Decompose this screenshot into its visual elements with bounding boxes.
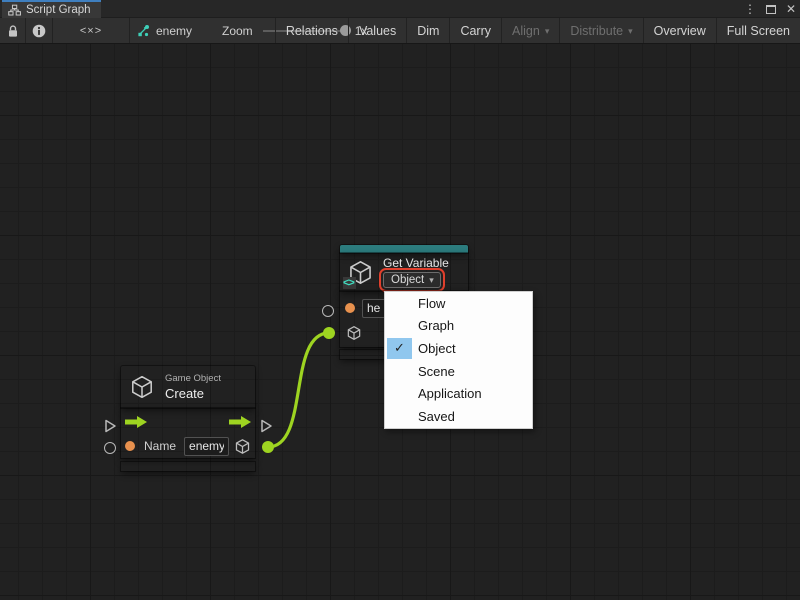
maximize-icon[interactable] xyxy=(766,5,776,14)
check-icon: ✓ xyxy=(387,338,412,359)
values-button[interactable]: Values xyxy=(348,18,406,43)
script-graph-window: Script Graph ⋮ ✕ <×> xyxy=(0,0,800,600)
overview-button[interactable]: Overview xyxy=(643,18,716,43)
flow-output-arrow-icon[interactable] xyxy=(229,416,251,428)
graph-hierarchy-icon xyxy=(8,4,21,16)
full-screen-button[interactable]: Full Screen xyxy=(716,18,800,43)
graph-name: enemy xyxy=(156,24,192,38)
get-variable-node[interactable]: <> Get Variable Object ▾ xyxy=(340,253,468,291)
node-title: Get Variable xyxy=(383,256,449,270)
info-icon xyxy=(32,24,46,38)
graph-asset-icon xyxy=(136,24,150,38)
get-variable-node-accent xyxy=(340,245,468,253)
gameobject-output-cube-icon[interactable] xyxy=(234,438,251,455)
node-category: Game Object xyxy=(165,373,221,384)
variable-cube-icon: <> xyxy=(347,259,374,286)
lock-button[interactable] xyxy=(0,18,26,43)
menu-item-saved[interactable]: Saved xyxy=(385,405,532,428)
name-port-label: Name xyxy=(144,439,176,453)
graph-toolbar: <×> enemy Zoom 1x Relations Values Dim C… xyxy=(0,18,800,44)
menu-item-graph[interactable]: Graph xyxy=(385,315,532,338)
value-port-ring[interactable] xyxy=(104,442,116,454)
variable-brackets-icon: <> xyxy=(343,277,356,289)
menu-item-scene[interactable]: Scene xyxy=(385,360,532,383)
more-menu-icon[interactable]: ⋮ xyxy=(744,2,756,16)
node-title: Create xyxy=(165,386,221,401)
menu-item-application[interactable]: Application xyxy=(385,382,532,405)
info-button[interactable] xyxy=(26,18,53,43)
graph-breadcrumb[interactable]: enemy xyxy=(136,18,192,43)
variable-kind-dropdown[interactable]: Object ▾ xyxy=(383,272,441,288)
value-input-port[interactable] xyxy=(345,303,355,313)
name-field[interactable] xyxy=(184,437,229,456)
tab-script-graph[interactable]: Script Graph xyxy=(2,0,101,18)
flow-input-arrow-icon[interactable] xyxy=(125,416,147,428)
carry-button[interactable]: Carry xyxy=(449,18,501,43)
gameobject-cube-icon xyxy=(129,374,155,400)
toolbar-buttons: Relations Values Dim Carry Align▾ Distri… xyxy=(275,18,800,43)
menu-item-object[interactable]: ✓ Object xyxy=(385,337,532,360)
value-input-port[interactable] xyxy=(125,441,135,451)
close-icon[interactable]: ✕ xyxy=(786,2,796,16)
caret-down-icon: ▾ xyxy=(628,26,633,37)
lock-icon xyxy=(7,24,19,38)
menu-item-flow[interactable]: Flow xyxy=(385,292,532,315)
gameobject-port-cube-icon[interactable] xyxy=(346,325,362,341)
caret-down-icon: ▾ xyxy=(545,26,550,37)
flow-input-port[interactable] xyxy=(104,419,117,433)
code-view-button[interactable]: <×> xyxy=(53,18,130,43)
caret-down-icon: ▾ xyxy=(429,275,434,286)
create-node-footer xyxy=(121,462,255,471)
tab-title: Script Graph xyxy=(26,4,91,16)
dim-button[interactable]: Dim xyxy=(406,18,449,43)
code-icon: <×> xyxy=(80,25,102,37)
zoom-label: Zoom xyxy=(222,24,253,38)
tab-bar: Script Graph ⋮ ✕ xyxy=(0,0,800,18)
create-node-body[interactable]: Name xyxy=(121,408,255,458)
align-button: Align▾ xyxy=(501,18,559,43)
relations-button[interactable]: Relations xyxy=(275,18,348,43)
variable-kind-menu: Flow Graph ✓ Object Scene Application Sa… xyxy=(384,291,533,429)
create-node[interactable]: Game Object Create xyxy=(121,366,255,408)
distribute-button: Distribute▾ xyxy=(559,18,642,43)
variable-kind-value: Object xyxy=(391,274,424,286)
window-controls: ⋮ ✕ xyxy=(744,0,796,18)
flow-output-port[interactable] xyxy=(260,419,273,433)
value-port-ring[interactable] xyxy=(322,305,334,317)
